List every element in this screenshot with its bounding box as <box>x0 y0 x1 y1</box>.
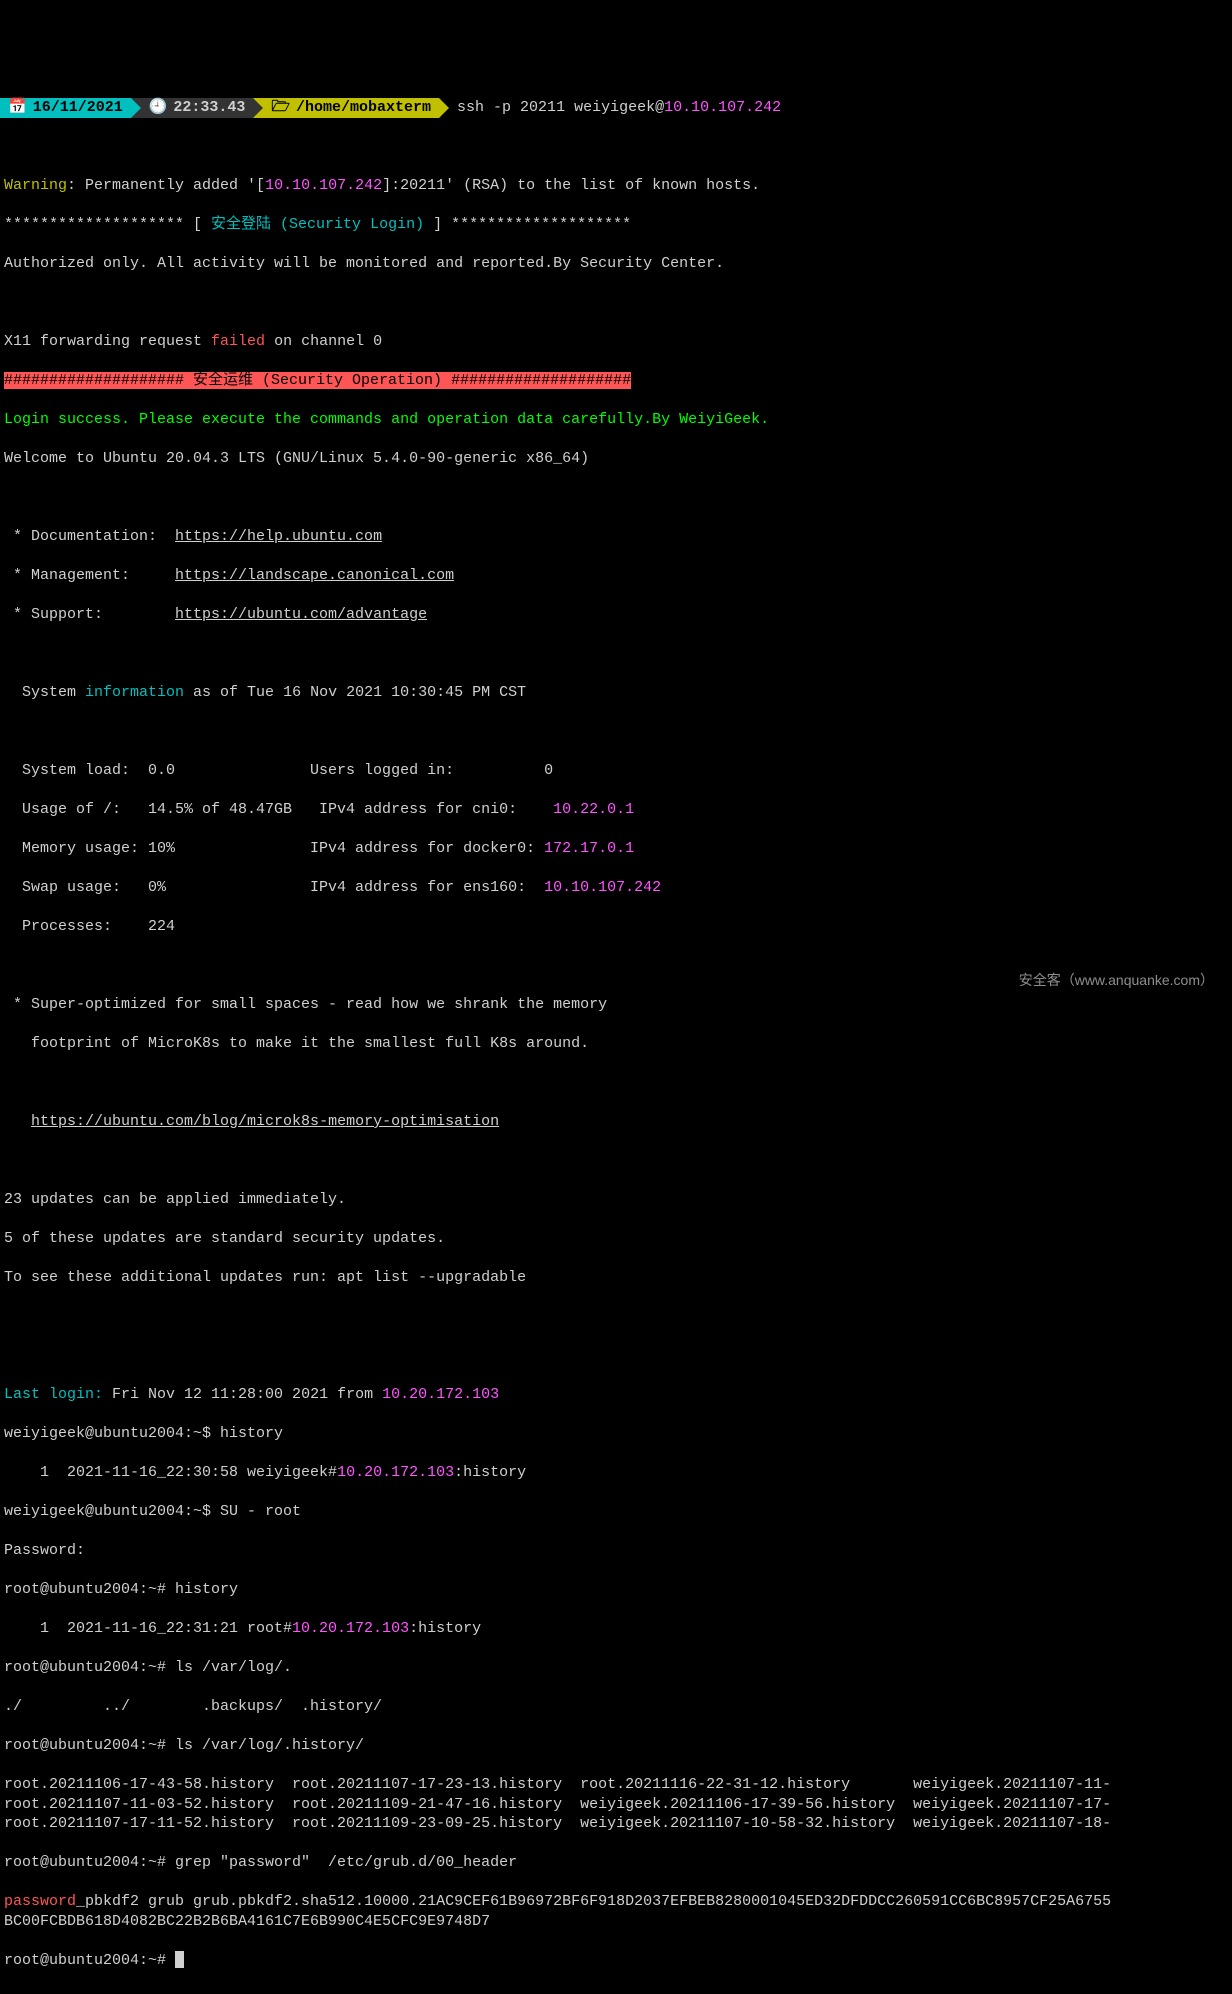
support-label: * Support: <box>4 606 175 623</box>
clock-icon: 🕘 <box>149 98 168 118</box>
warn-text: : Permanently added '[ <box>67 177 265 194</box>
grep-match: password <box>4 1893 76 1910</box>
hist2a: 1 2021-11-16_22:31:21 root# <box>4 1620 292 1637</box>
hist1-ip: 10.20.172.103 <box>337 1464 454 1481</box>
time-text: 22:33.43 <box>173 98 245 118</box>
sysinfo-word: information <box>85 684 184 701</box>
x11-rest: on channel 0 <box>265 333 382 350</box>
promo-url[interactable]: https://ubuntu.com/blog/microk8s-memory-… <box>31 1113 499 1130</box>
warn-ip: 10.10.107.242 <box>265 177 382 194</box>
updates-l3: To see these additional updates run: apt… <box>4 1268 1228 1288</box>
stat-row1: System load: 0.0 Users logged in: 0 <box>4 761 1228 781</box>
docs-label: * Documentation: <box>4 528 175 545</box>
login-success: Login success. Please execute the comman… <box>4 411 769 428</box>
cursor-icon <box>175 1951 184 1968</box>
shell-p4: root@ubuntu2004:~# ls /var/log/. <box>4 1658 1228 1678</box>
banner-auth: Authorized only. All activity will be mo… <box>4 254 1228 274</box>
cmd-prefix: ssh -p 20211 weiyigeek@ <box>457 99 664 116</box>
shell-password-prompt: Password: <box>4 1541 1228 1561</box>
lastlogin-ip: 10.20.172.103 <box>382 1386 499 1403</box>
shell-p2: weiyigeek@ubuntu2004:~$ SU - root <box>4 1502 1228 1522</box>
stat-row5: Processes: 224 <box>4 917 1228 937</box>
shell-p3: root@ubuntu2004:~# history <box>4 1580 1228 1600</box>
header-command: ssh -p 20211 weiyigeek@10.10.107.242 <box>449 98 781 118</box>
shell-p1: weiyigeek@ubuntu2004:~$ history <box>4 1424 1228 1444</box>
folder-icon: 🗁 <box>271 98 290 118</box>
docs-url[interactable]: https://help.ubuntu.com <box>175 528 382 545</box>
stat-row3: Memory usage: 10% IPv4 address for docke… <box>4 840 544 857</box>
mgmt-label: * Management: <box>4 567 175 584</box>
lastlogin-label: Last login: <box>4 1386 103 1403</box>
stat-row2: Usage of /: 14.5% of 48.47GB IPv4 addres… <box>4 801 553 818</box>
banner-stars-r: ] ******************** <box>424 216 631 233</box>
date-text: 16/11/2021 <box>33 98 123 118</box>
sysinfo-suffix: as of Tue 16 Nov 2021 10:30:45 PM CST <box>184 684 526 701</box>
terminal-output[interactable]: Warning: Permanently added '[10.10.107.2… <box>0 157 1232 1990</box>
stat-ip-cni0: 10.22.0.1 <box>553 801 634 818</box>
hist2-ip: 10.20.172.103 <box>292 1620 409 1637</box>
warning-label: Warning <box>4 177 67 194</box>
mgmt-url[interactable]: https://landscape.canonical.com <box>175 567 454 584</box>
hist2b: :history <box>409 1620 481 1637</box>
sysinfo-prefix: System <box>4 684 85 701</box>
support-url[interactable]: https://ubuntu.com/advantage <box>175 606 427 623</box>
banner-title: 安全登陆 (Security Login) <box>211 216 424 233</box>
shell-ls1: ./ ../ .backups/ .history/ <box>4 1697 1228 1717</box>
seg-path: 🗁 /home/mobaxterm <box>263 98 439 118</box>
lastlogin-mid: Fri Nov 12 11:28:00 2021 from <box>103 1386 382 1403</box>
promo-pad <box>4 1113 31 1130</box>
hist1b: :history <box>454 1464 526 1481</box>
prompt-header: 📅 16/11/2021 🕘 22:33.43 🗁 /home/mobaxter… <box>0 98 1232 118</box>
banner-stars-l: ******************** [ <box>4 216 211 233</box>
promo-l1: * Super-optimized for small spaces - rea… <box>4 995 1228 1015</box>
warn-text2: ]:20211' (RSA) to the list of known host… <box>382 177 760 194</box>
shell-files: root.20211106-17-43-58.history root.2021… <box>4 1775 1228 1834</box>
watermark: 安全客（www.anquanke.com） <box>1019 971 1214 989</box>
x11-text: X11 forwarding request <box>4 333 211 350</box>
cmd-host: 10.10.107.242 <box>664 99 781 116</box>
arrow-icon <box>131 98 141 118</box>
updates-l1: 23 updates can be applied immediately. <box>4 1190 1228 1210</box>
shell-p7[interactable]: root@ubuntu2004:~# <box>4 1952 175 1969</box>
grep-rest: _pbkdf2 grub grub.pbkdf2.sha512.10000.21… <box>4 1893 1111 1930</box>
seg-time: 🕘 22:33.43 <box>141 98 254 118</box>
shell-p6: root@ubuntu2004:~# grep "password" /etc/… <box>4 1853 1228 1873</box>
seg-date: 📅 16/11/2021 <box>0 98 131 118</box>
stat-ip-ens160: 10.10.107.242 <box>544 879 661 896</box>
shell-p5: root@ubuntu2004:~# ls /var/log/.history/ <box>4 1736 1228 1756</box>
promo-l2: footprint of MicroK8s to make it the sma… <box>4 1034 1228 1054</box>
stat-row4: Swap usage: 0% IPv4 address for ens160: <box>4 879 544 896</box>
arrow-icon <box>439 98 449 118</box>
stat-ip-docker0: 172.17.0.1 <box>544 840 634 857</box>
arrow-icon <box>253 98 263 118</box>
path-text: /home/mobaxterm <box>296 98 431 118</box>
updates-l2: 5 of these updates are standard security… <box>4 1229 1228 1249</box>
welcome-text: Welcome to Ubuntu 20.04.3 LTS (GNU/Linux… <box>4 449 1228 469</box>
x11-failed: failed <box>211 333 265 350</box>
hist1a: 1 2021-11-16_22:30:58 weiyigeek# <box>4 1464 337 1481</box>
secop-banner: #################### 安全运维 (Security Oper… <box>4 372 631 389</box>
calendar-icon: 📅 <box>8 98 27 118</box>
